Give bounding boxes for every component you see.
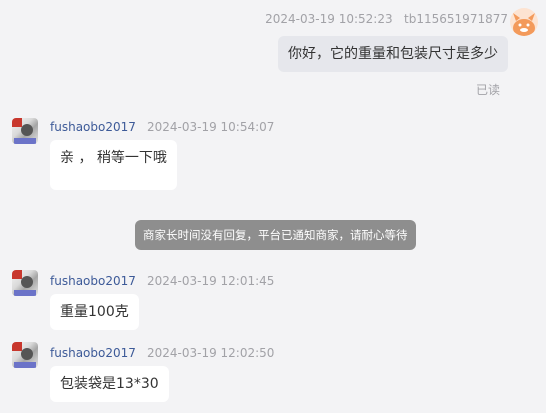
message-text: 亲 ， 稍等一下哦 bbox=[60, 150, 167, 166]
seller-message-meta: fushaobo2017 2024-03-19 12:01:45 bbox=[50, 270, 274, 289]
seller-message-meta: fushaobo2017 2024-03-19 10:54:07 bbox=[50, 116, 274, 135]
seller-name[interactable]: fushaobo2017 bbox=[50, 274, 136, 288]
buyer-avatar[interactable] bbox=[510, 8, 538, 36]
seller-message-meta: fushaobo2017 2024-03-19 12:02:50 bbox=[50, 342, 274, 361]
system-notice: 商家长时间没有回复，平台已通知商家，请耐心等待 bbox=[135, 220, 416, 250]
seller-avatar[interactable] bbox=[12, 342, 38, 368]
message-text: 重量100克 bbox=[60, 304, 129, 320]
seller-name[interactable]: fushaobo2017 bbox=[50, 346, 136, 360]
seller-message-bubble: 重量100克 bbox=[50, 294, 139, 330]
seller-message-bubble: 包装袋是13*30 bbox=[50, 366, 169, 402]
seller-name[interactable]: fushaobo2017 bbox=[50, 120, 136, 134]
seller-avatar[interactable] bbox=[12, 118, 38, 144]
message-timestamp: 2024-03-19 12:02:50 bbox=[146, 346, 275, 360]
read-status: 已读 bbox=[475, 83, 500, 97]
message-timestamp: 2024-03-19 12:01:45 bbox=[146, 274, 275, 288]
seller-message-bubble: 亲 ， 稍等一下哦 bbox=[50, 140, 177, 190]
message-text: 你好，它的重量和包装尺寸是多少 bbox=[288, 46, 498, 62]
buyer-message-bubble: 你好，它的重量和包装尺寸是多少 bbox=[278, 36, 508, 72]
buyer-name: tb115651971877 bbox=[404, 12, 508, 26]
message-text: 包装袋是13*30 bbox=[60, 376, 159, 392]
buyer-message-meta: 2024-03-19 10:52:23 tb115651971877 bbox=[265, 12, 508, 26]
message-timestamp: 2024-03-19 10:52:23 bbox=[265, 12, 393, 26]
cat-face-icon bbox=[513, 13, 535, 36]
seller-avatar[interactable] bbox=[12, 270, 38, 296]
message-timestamp: 2024-03-19 10:54:07 bbox=[146, 120, 275, 134]
